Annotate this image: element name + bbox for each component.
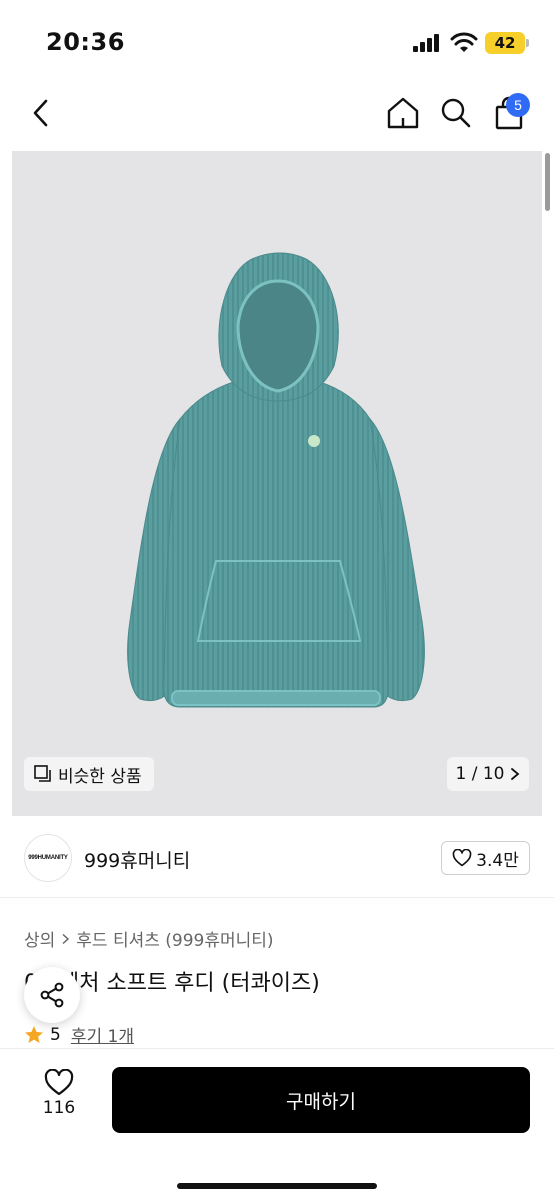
breadcrumb-item[interactable]: 후드 티셔츠 (999휴머니티)	[76, 926, 273, 951]
scrollbar-thumb[interactable]	[545, 153, 550, 211]
stack-icon	[34, 765, 51, 782]
chevron-right-icon	[62, 933, 70, 944]
brand-logo[interactable]: 999HUMANITY	[24, 834, 72, 882]
share-button[interactable]	[24, 967, 80, 1023]
breadcrumb: 상의 후드 티셔츠 (999휴머니티)	[24, 926, 274, 951]
search-icon	[441, 98, 471, 128]
product-image[interactable]	[12, 151, 542, 816]
wishlist-button[interactable]: 116	[34, 1069, 84, 1129]
top-nav	[0, 80, 554, 146]
back-button[interactable]	[22, 94, 60, 132]
review-link[interactable]: 후기 1개	[71, 1022, 134, 1047]
brand-like-count: 3.4만	[476, 850, 519, 871]
page-indicator-text: 1 / 10	[455, 764, 505, 784]
rating-row: 5 후기 1개	[24, 1022, 134, 1047]
home-icon	[387, 97, 419, 129]
similar-products-label: 비슷한 상품	[58, 766, 142, 787]
wishlist-count: 116	[42, 1098, 76, 1118]
status-bar: 20:36 42	[0, 0, 554, 80]
battery-tip	[526, 39, 529, 47]
bottom-action-bar: 116 구매하기	[0, 1048, 554, 1200]
star-icon	[25, 1025, 43, 1043]
battery-indicator: 42	[485, 32, 525, 54]
breadcrumb-item[interactable]: 상의	[24, 926, 55, 951]
cart-count-badge: 5	[506, 93, 530, 117]
search-button[interactable]	[437, 94, 475, 132]
wifi-icon	[450, 32, 478, 52]
image-page-counter[interactable]: 1 / 10	[447, 757, 529, 791]
brand-like-button[interactable]: 3.4만	[441, 841, 530, 875]
share-icon	[40, 982, 64, 1008]
hoodie-image	[127, 252, 425, 708]
heart-icon	[452, 849, 472, 867]
chevron-right-icon	[511, 768, 520, 780]
heart-icon	[44, 1069, 74, 1096]
similar-products-button[interactable]: 비슷한 상품	[24, 757, 154, 791]
brand-logo-text: 999HUMANITY	[28, 855, 68, 861]
brand-name[interactable]: 999휴머니티	[84, 846, 190, 873]
chevron-left-icon	[33, 99, 48, 127]
status-time: 20:36	[46, 28, 125, 56]
buy-button[interactable]: 구매하기	[112, 1067, 530, 1133]
signal-icon	[413, 34, 443, 52]
brand-row: 999HUMANITY 999휴머니티 3.4만	[0, 820, 554, 898]
home-indicator	[177, 1183, 377, 1189]
rating-value: 5	[50, 1024, 61, 1045]
home-button[interactable]	[384, 94, 422, 132]
